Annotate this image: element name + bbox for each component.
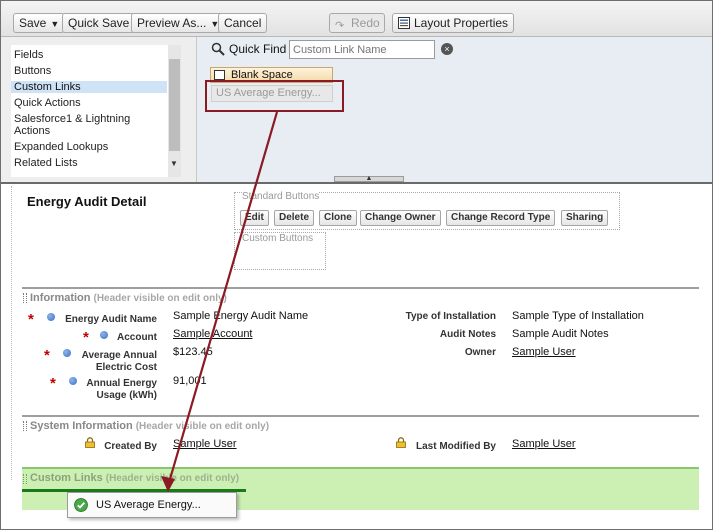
layout-canvas: Energy Audit Detail Standard Buttons Edi…: [1, 186, 712, 529]
field-value-average-annual-electric-cost[interactable]: $123.45: [173, 346, 213, 359]
quick-save-button[interactable]: Quick Save: [62, 13, 136, 33]
field-label-owner: Owner: [464, 347, 496, 358]
category-quick-actions[interactable]: Quick Actions: [11, 97, 167, 109]
custom-links-note: (Header visible on edit only): [105, 473, 240, 484]
redo-label: Redo: [351, 16, 380, 30]
field-dot-icon: [47, 313, 55, 321]
lock-icon: [396, 437, 406, 448]
scrollbar-thumb[interactable]: [169, 59, 180, 151]
drag-handle-icon[interactable]: [23, 421, 27, 431]
field-label-created-by: Created By: [104, 441, 157, 452]
sharing-button[interactable]: Sharing: [561, 210, 609, 226]
palette: Fields Buttons Custom Links Quick Action…: [1, 37, 712, 184]
drag-handle-icon[interactable]: [23, 293, 27, 303]
dragged-custom-link-label: US Average Energy...: [96, 499, 201, 511]
field-label-average-annual-electric-cost: Average Annual Electric Cost: [81, 350, 157, 373]
category-scrollbar[interactable]: ▼: [168, 45, 181, 177]
custom-links-title: Custom Links: [30, 472, 103, 484]
save-label: Save: [19, 16, 47, 30]
field-dot-icon: [100, 331, 108, 339]
field-value-annual-energy-usage[interactable]: 91,001: [173, 375, 207, 388]
field-value-last-modified-by[interactable]: Sample User: [512, 438, 576, 451]
required-icon: *: [83, 329, 89, 346]
field-dot-icon: [63, 349, 71, 357]
information-section-header[interactable]: Information (Header visible on edit only): [22, 287, 699, 305]
redo-button[interactable]: ↷ Redo: [329, 13, 385, 33]
information-title: Information: [30, 292, 91, 304]
field-label-annual-energy-usage: Annual Energy Usage (kWh): [86, 378, 157, 401]
field-label-account: Account: [117, 332, 157, 343]
system-information-title: System Information: [30, 420, 133, 432]
field-label-energy-audit-name: Energy Audit Name: [65, 314, 157, 325]
field-label-last-modified-by: Last Modified By: [415, 441, 496, 452]
drag-handle-icon[interactable]: [23, 474, 27, 484]
chevron-down-icon[interactable]: ▼: [50, 15, 59, 33]
category-related-lists[interactable]: Related Lists: [11, 157, 167, 169]
toolbar: Save ▼ Quick Save Preview As... ▼ Cancel ↷…: [1, 1, 712, 37]
field-value-created-by[interactable]: Sample User: [173, 438, 237, 451]
field-value-type-of-installation[interactable]: Sample Type of Installation: [512, 310, 644, 323]
change-owner-button[interactable]: Change Owner: [360, 210, 441, 226]
clear-search-icon[interactable]: ×: [441, 43, 453, 55]
field-value-audit-notes[interactable]: Sample Audit Notes: [512, 328, 609, 341]
standard-buttons-area: Standard Buttons Edit Delete Clone Chang…: [234, 191, 620, 230]
clone-button[interactable]: Clone: [319, 210, 357, 226]
palette-category-list: Fields Buttons Custom Links Quick Action…: [11, 45, 181, 177]
category-fields[interactable]: Fields: [11, 49, 167, 61]
layout-properties-button[interactable]: Layout Properties: [392, 13, 515, 33]
quick-find-label: Quick Find: [229, 42, 287, 56]
search-icon: [211, 42, 225, 56]
system-information-section-header[interactable]: System Information (Header visible on edi…: [22, 415, 699, 433]
scroll-down-arrow-icon[interactable]: ▼: [170, 159, 178, 168]
field-dot-icon: [69, 377, 77, 385]
field-label-type-of-installation: Type of Installation: [405, 311, 496, 322]
delete-button[interactable]: Delete: [274, 210, 315, 226]
quick-find-input[interactable]: [289, 40, 435, 59]
detail-title: Energy Audit Detail: [27, 194, 147, 209]
system-information-note: (Header visible on edit only): [135, 421, 270, 432]
redo-icon: ↷: [335, 20, 345, 32]
blank-space-icon: [214, 70, 225, 80]
highlight-box: [205, 80, 344, 112]
custom-buttons-area: Custom Buttons: [234, 232, 326, 270]
required-icon: *: [28, 311, 34, 328]
category-expanded-lookups[interactable]: Expanded Lookups: [11, 141, 167, 153]
field-value-account[interactable]: Sample Account: [173, 328, 253, 341]
category-buttons[interactable]: Buttons: [11, 65, 167, 77]
lock-icon: [85, 437, 95, 448]
change-record-type-button[interactable]: Change Record Type: [446, 210, 556, 226]
palette-items-panel: Quick Find × Blank Space US Average Ener…: [196, 37, 712, 182]
category-salesforce1-lightning-actions[interactable]: Salesforce1 & Lightning Actions: [11, 113, 167, 137]
field-label-audit-notes: Audit Notes: [439, 329, 496, 340]
standard-buttons-label: Standard Buttons: [242, 191, 320, 202]
check-circle-icon: [74, 498, 88, 512]
canvas-guide-line: [11, 186, 12, 480]
field-value-energy-audit-name[interactable]: Sample Energy Audit Name: [173, 310, 308, 323]
preview-as-label: Preview As...: [137, 16, 207, 30]
layout-properties-icon: [398, 17, 410, 29]
custom-links-header: Custom Links (Header visible on edit only…: [30, 472, 239, 484]
save-button[interactable]: Save ▼: [13, 13, 66, 33]
category-custom-links[interactable]: Custom Links: [11, 81, 167, 93]
dragged-custom-link[interactable]: US Average Energy...: [67, 492, 237, 518]
layout-properties-label: Layout Properties: [414, 16, 509, 30]
custom-buttons-label: Custom Buttons: [242, 233, 314, 244]
cancel-button[interactable]: Cancel: [218, 13, 268, 33]
edit-button[interactable]: Edit: [240, 210, 269, 226]
preview-as-button[interactable]: Preview As... ▼: [131, 13, 226, 33]
required-icon: *: [44, 347, 50, 364]
palette-resize-handle[interactable]: ▲: [334, 175, 404, 182]
information-note: (Header visible on edit only): [93, 293, 227, 304]
required-icon: *: [50, 375, 56, 392]
field-value-owner[interactable]: Sample User: [512, 346, 576, 359]
